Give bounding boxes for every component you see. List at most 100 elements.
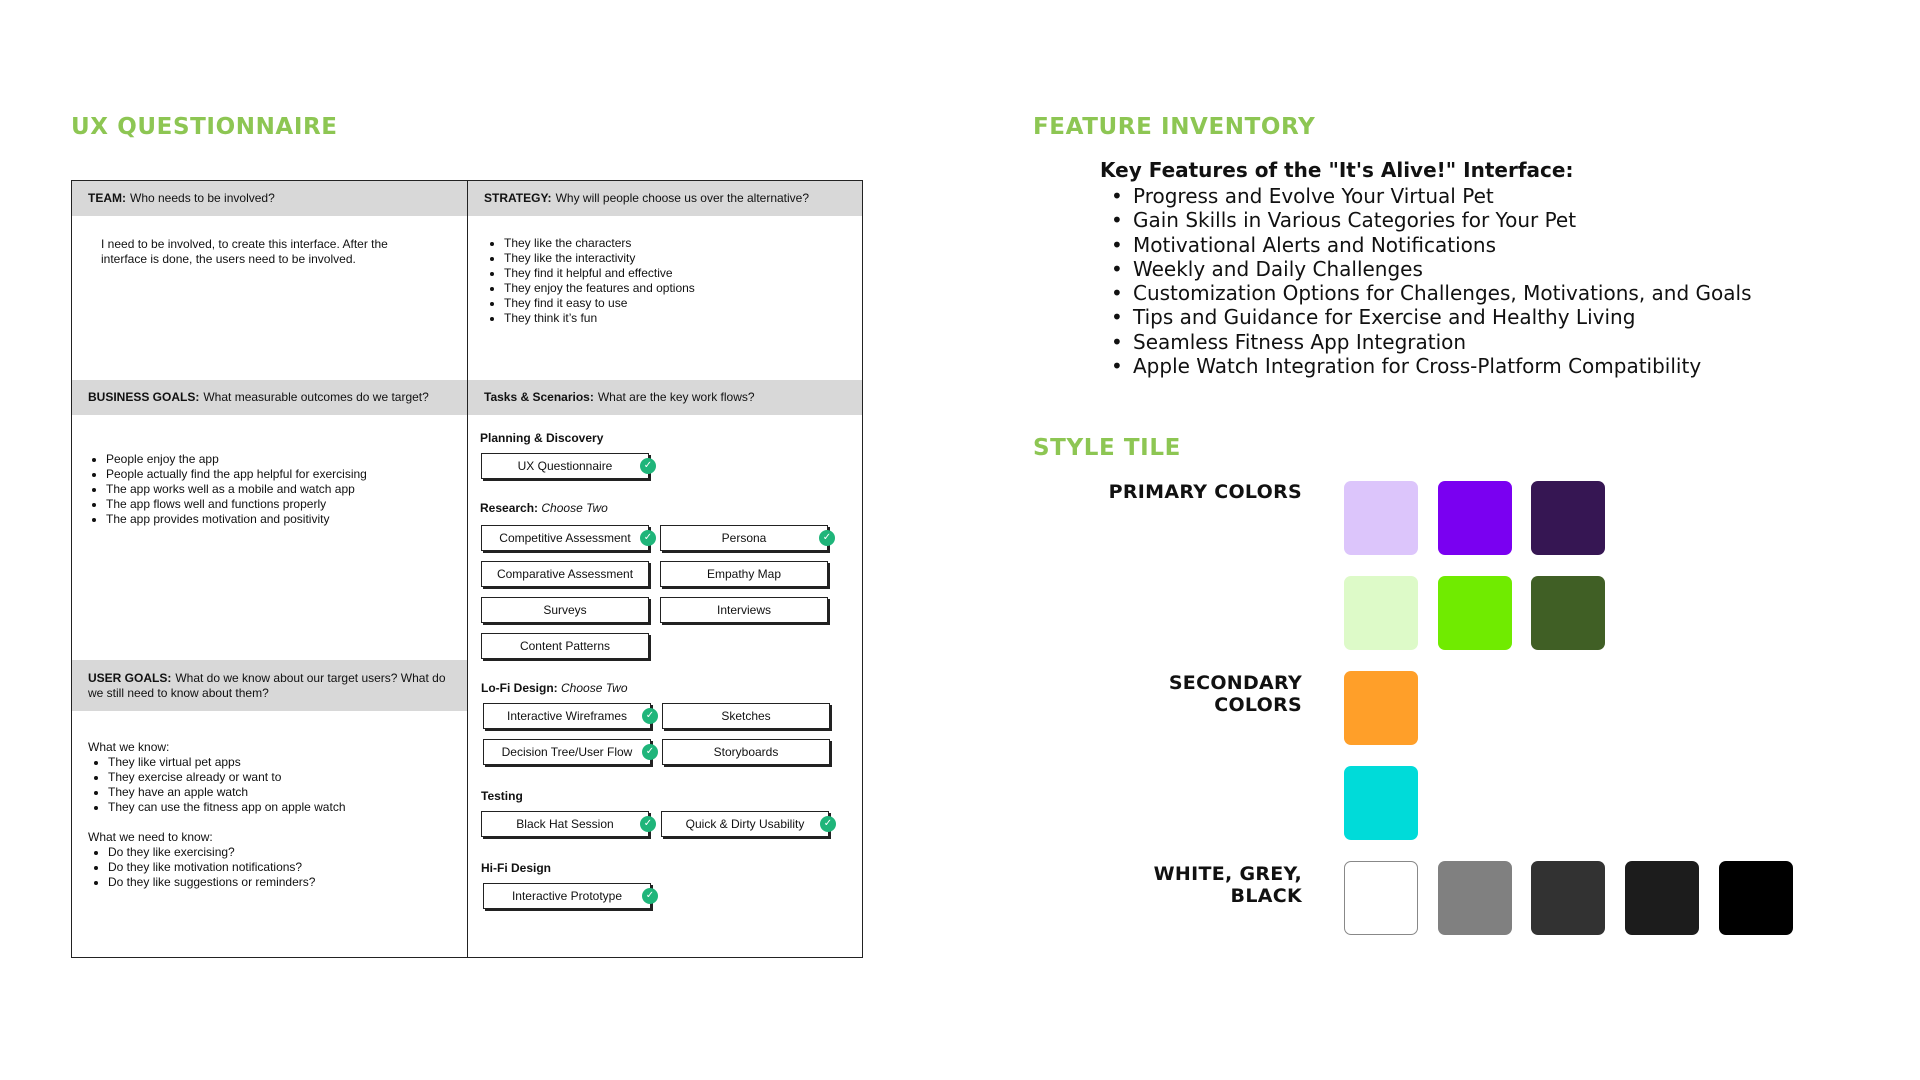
feature-item: Gain Skills in Various Categories for Yo… xyxy=(1108,208,1752,232)
feature-item: Apple Watch Integration for Cross-Platfo… xyxy=(1108,354,1752,378)
competitive-assessment-task: Competitive Assessment ✓ xyxy=(481,525,656,551)
swatch-dark-purple xyxy=(1531,481,1605,555)
strategy-item: They enjoy the features and options xyxy=(504,281,844,296)
strategy-item: They like the characters xyxy=(504,236,844,251)
feature-item: Seamless Fitness App Integration xyxy=(1108,330,1752,354)
tasks-question: What are the key work flows? xyxy=(597,390,755,404)
need-item: Do they like exercising? xyxy=(108,845,458,860)
feature-item: Tips and Guidance for Exercise and Healt… xyxy=(1108,305,1752,329)
strategy-item: They like the interactivity xyxy=(504,251,844,266)
persona-task: Persona ✓ xyxy=(660,525,835,551)
interactive-prototype-task: Interactive Prototype ✓ xyxy=(483,883,658,909)
business-goal-item: People enjoy the app xyxy=(106,452,456,467)
planning-label: Planning & Discovery xyxy=(480,431,604,445)
interactive-wireframes-task: Interactive Wireframes ✓ xyxy=(483,703,658,729)
quick-dirty-task: Quick & Dirty Usability ✓ xyxy=(661,811,836,837)
strategy-header: STRATEGY: Why will people choose us over … xyxy=(468,181,862,216)
check-icon: ✓ xyxy=(642,744,658,760)
tasks-label: Tasks & Scenarios: xyxy=(484,390,594,404)
check-icon: ✓ xyxy=(640,530,656,546)
swatch-grey xyxy=(1438,861,1512,935)
know-label: What we know: xyxy=(88,740,170,754)
know-item: They like virtual pet apps xyxy=(108,755,458,770)
hifi-label: Hi-Fi Design xyxy=(481,861,552,875)
feature-item: Progress and Evolve Your Virtual Pet xyxy=(1108,184,1752,208)
feature-item: Weekly and Daily Challenges xyxy=(1108,257,1752,281)
business-goal-item: The app provides motivation and positivi… xyxy=(106,512,456,527)
swatch-near-black xyxy=(1625,861,1699,935)
swatch-black xyxy=(1719,861,1793,935)
business-goals-list-box: People enjoy the app People actually fin… xyxy=(86,452,456,527)
team-header: TEAM: Who needs to be involved? xyxy=(72,181,467,216)
team-answer: I need to be involved, to create this in… xyxy=(101,237,388,266)
know-item: They can use the fitness app on apple wa… xyxy=(108,800,458,815)
know-list: They like virtual pet apps They exercise… xyxy=(88,755,458,815)
swatch-light-purple xyxy=(1344,481,1418,555)
know-item: They have an apple watch xyxy=(108,785,458,800)
swatch-dark-grey xyxy=(1531,861,1605,935)
strategy-item: They think it’s fun xyxy=(504,311,844,326)
research-label: Research: Choose Two xyxy=(480,501,608,515)
testing-label: Testing xyxy=(481,789,523,803)
feature-heading: Key Features of the "It's Alive!" Interf… xyxy=(1100,158,1574,182)
strategy-list-box: They like the characters They like the i… xyxy=(484,236,844,326)
business-goal-item: The app works well as a mobile and watch… xyxy=(106,482,456,497)
know-item: They exercise already or want to xyxy=(108,770,458,785)
feature-inventory-title: FEATURE INVENTORY xyxy=(1033,114,1316,140)
swatch-light-green xyxy=(1344,576,1418,650)
ux-questionnaire-title: UX QUESTIONNAIRE xyxy=(71,114,338,140)
check-icon: ✓ xyxy=(820,816,836,832)
team-label: TEAM: xyxy=(88,191,126,205)
neutral-colors-label: WHITE, GREY, BLACK xyxy=(1153,863,1302,907)
feature-item: Customization Options for Challenges, Mo… xyxy=(1108,281,1752,305)
secondary-colors-label: SECONDARY COLORS xyxy=(1168,672,1302,716)
business-goals-header: BUSINESS GOALS: What measurable outcomes … xyxy=(72,380,467,415)
need-item: Do they like motivation notifications? xyxy=(108,860,458,875)
grid-divider xyxy=(467,181,468,957)
swatch-white xyxy=(1344,861,1418,935)
need-label: What we need to know: xyxy=(88,830,213,844)
surveys-task: Surveys xyxy=(481,597,649,623)
black-hat-task: Black Hat Session ✓ xyxy=(481,811,656,837)
interviews-task: Interviews xyxy=(660,597,828,623)
user-goals-body: What we know: They like virtual pet apps… xyxy=(88,740,458,890)
business-goals-label: BUSINESS GOALS: xyxy=(88,390,200,404)
primary-colors-label: PRIMARY COLORS xyxy=(1108,481,1302,503)
check-icon: ✓ xyxy=(642,708,658,724)
feature-list: Progress and Evolve Your Virtual Pet Gai… xyxy=(1108,184,1752,378)
swatch-green xyxy=(1438,576,1512,650)
business-goals-list: People enjoy the app People actually fin… xyxy=(86,452,456,527)
team-answer-box: I need to be involved, to create this in… xyxy=(101,237,431,267)
strategy-label: STRATEGY: xyxy=(484,191,552,205)
ux-questionnaire-task: UX Questionnaire ✓ xyxy=(481,453,656,479)
storyboards-task: Storyboards xyxy=(662,739,830,765)
need-list: Do they like exercising? Do they like mo… xyxy=(88,845,458,890)
business-goal-item: People actually find the app helpful for… xyxy=(106,467,456,482)
need-item: Do they like suggestions or reminders? xyxy=(108,875,458,890)
business-goal-item: The app flows well and functions properl… xyxy=(106,497,456,512)
empathy-map-task: Empathy Map xyxy=(660,561,828,587)
feature-item: Motivational Alerts and Notifications xyxy=(1108,233,1752,257)
check-icon: ✓ xyxy=(640,816,656,832)
lofi-label: Lo-Fi Design: Choose Two xyxy=(481,681,628,695)
swatch-orange xyxy=(1344,671,1418,745)
swatch-purple xyxy=(1438,481,1512,555)
check-icon: ✓ xyxy=(640,458,656,474)
check-icon: ✓ xyxy=(642,888,658,904)
strategy-question: Why will people choose us over the alter… xyxy=(555,191,810,205)
sketches-task: Sketches xyxy=(662,703,830,729)
style-tile-title: STYLE TILE xyxy=(1033,435,1181,461)
business-goals-question: What measurable outcomes do we target? xyxy=(203,390,429,404)
ux-questionnaire-grid: TEAM: Who needs to be involved? I need to… xyxy=(71,180,863,958)
strategy-item: They find it easy to use xyxy=(504,296,844,311)
team-question: Who needs to be involved? xyxy=(130,191,275,205)
strategy-item: They find it helpful and effective xyxy=(504,266,844,281)
check-icon: ✓ xyxy=(819,530,835,546)
user-goals-label: USER GOALS: xyxy=(88,670,172,685)
tasks-header: Tasks & Scenarios: What are the key work … xyxy=(468,380,862,415)
comparative-assessment-task: Comparative Assessment xyxy=(481,561,649,587)
decision-tree-task: Decision Tree/User Flow ✓ xyxy=(483,739,658,765)
swatch-cyan xyxy=(1344,766,1418,840)
swatch-dark-green xyxy=(1531,576,1605,650)
content-patterns-task: Content Patterns xyxy=(481,633,649,659)
